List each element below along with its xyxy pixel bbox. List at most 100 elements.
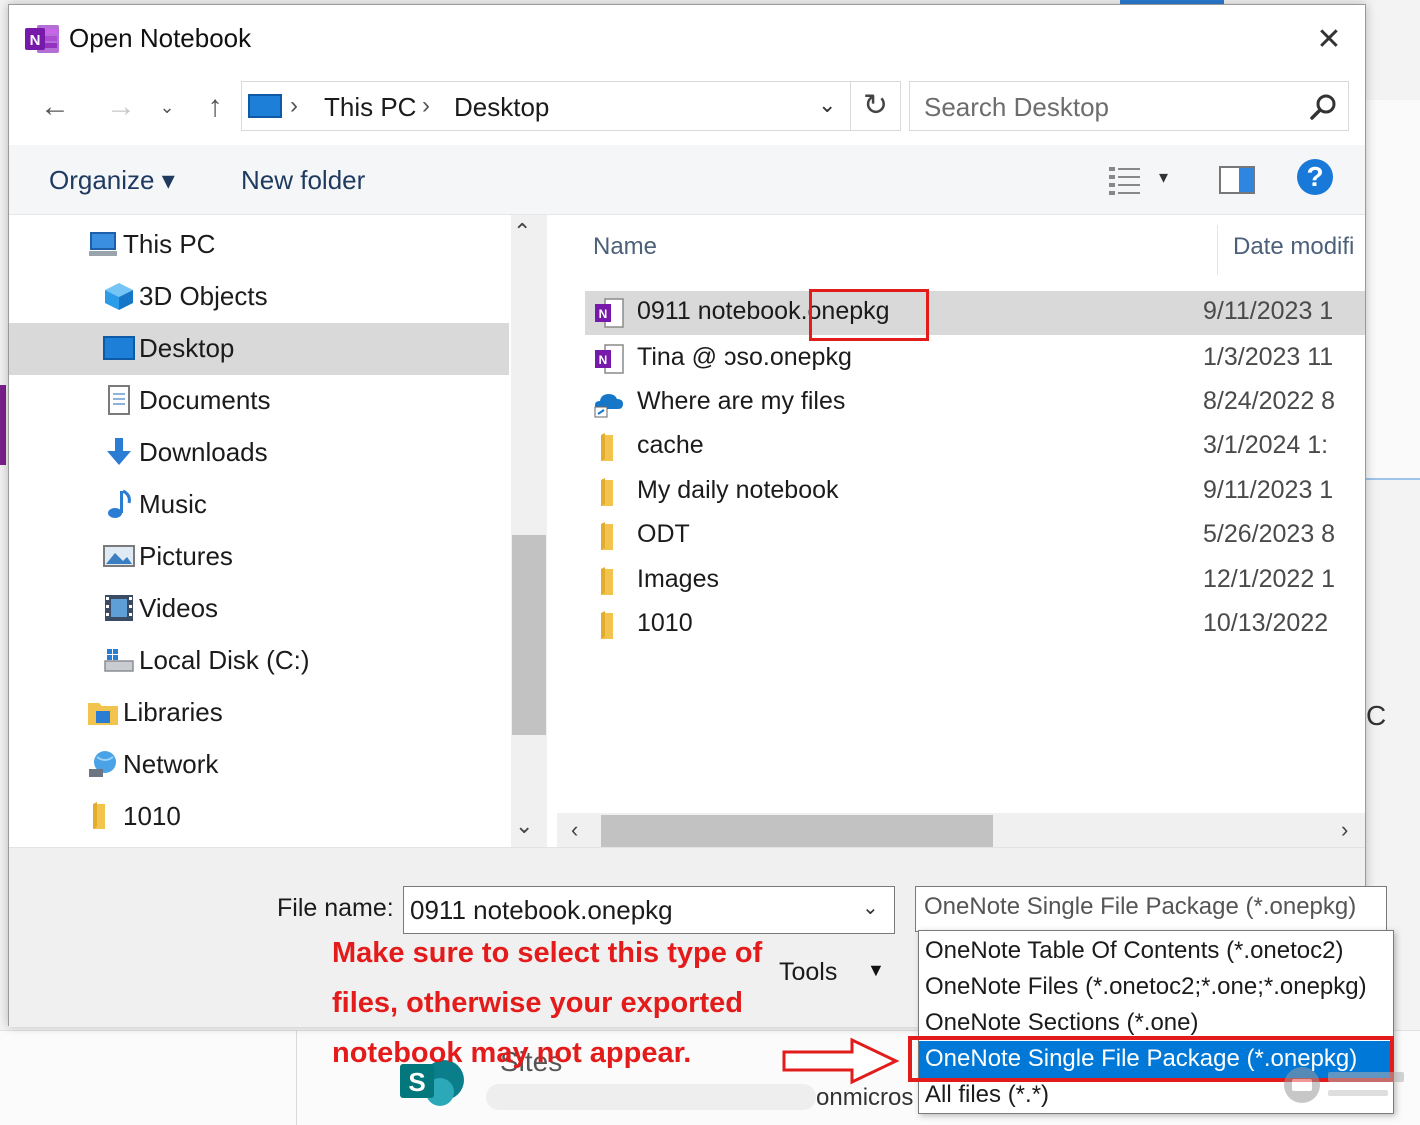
view-options-dropdown[interactable]: ▾ — [1159, 167, 1168, 188]
file-date: 3/1/2024 1: — [1203, 431, 1329, 459]
sidebar-item-libraries[interactable]: Libraries — [9, 687, 509, 739]
svg-text:N: N — [599, 307, 608, 321]
folder-icon — [601, 433, 613, 461]
file-name: cache — [637, 431, 704, 459]
file-type-option[interactable]: OneNote Table Of Contents (*.onetoc2) — [925, 933, 1343, 969]
navigation-scrollbar[interactable] — [511, 215, 547, 847]
onenote-file-icon: N — [595, 344, 624, 374]
file-name-label: File name: — [277, 894, 394, 922]
open-notebook-dialog: N Open Notebook ✕ ← → ⌄ ↑ › This PC › De… — [8, 4, 1387, 1027]
sidebar-item-label: Desktop — [139, 333, 235, 363]
sidebar-item-label: Downloads — [139, 437, 268, 467]
folder-icon — [601, 522, 613, 550]
cube-icon — [105, 283, 133, 310]
column-divider[interactable] — [1217, 225, 1218, 275]
file-row[interactable]: cache 3/1/2024 1: — [585, 425, 1365, 469]
sidebar-item-label: This PC — [123, 229, 216, 259]
folder-icon — [601, 478, 613, 506]
back-button[interactable]: ← — [33, 85, 77, 129]
file-type-option[interactable]: All files (*.*) — [925, 1077, 1049, 1113]
preview-pane-icon[interactable] — [1219, 165, 1255, 195]
file-row[interactable]: 1010 10/13/2022 — [585, 603, 1365, 647]
breadcrumb-separator[interactable]: › — [290, 92, 298, 120]
file-row[interactable]: Where are my files 8/24/2022 8 — [585, 381, 1365, 425]
file-name: Tina @ ɔso.onepkg — [637, 343, 852, 371]
sidebar-item-network[interactable]: Network — [9, 739, 509, 791]
file-name: Images — [637, 565, 719, 593]
file-name-dropdown-button[interactable]: ⌄ — [862, 895, 879, 920]
file-type-select[interactable]: OneNote Single File Package (*.onepkg) — [915, 886, 1387, 932]
tools-dropdown-icon[interactable]: ▼ — [867, 960, 885, 981]
extension-highlight-box — [809, 289, 929, 341]
desktop-icon — [103, 336, 135, 360]
address-dropdown-button[interactable]: ⌄ — [818, 92, 836, 118]
watermark-logo-icon — [1284, 1067, 1404, 1103]
sidebar-item-desktop[interactable]: Desktop — [9, 323, 509, 375]
breadcrumb-desktop[interactable]: Desktop — [454, 92, 549, 123]
up-button[interactable]: ↑ — [193, 85, 237, 129]
help-icon[interactable]: ? — [1297, 159, 1333, 195]
search-input[interactable] — [924, 90, 1294, 124]
sidebar-item-label: Local Disk (C:) — [139, 645, 310, 675]
sidebar-item-downloads[interactable]: Downloads — [9, 427, 509, 479]
column-header-name[interactable]: Name — [593, 233, 657, 261]
new-folder-button[interactable]: New folder — [241, 165, 365, 196]
file-date: 10/13/2022 — [1203, 609, 1329, 637]
file-row[interactable]: My daily notebook 9/11/2023 1 — [585, 470, 1365, 514]
video-icon — [105, 595, 133, 621]
column-header-date[interactable]: Date modifi — [1233, 233, 1354, 261]
address-bar[interactable]: › This PC › Desktop ⌄ — [241, 81, 851, 131]
sidebar-item-videos[interactable]: Videos — [9, 583, 509, 635]
file-type-option[interactable]: OneNote Files (*.onetoc2;*.one;*.onepkg) — [925, 969, 1367, 1005]
refresh-button[interactable]: ↻ — [851, 81, 901, 131]
scroll-left-button[interactable]: ‹ — [571, 817, 578, 843]
scroll-down-button[interactable]: ⌄ — [515, 813, 533, 839]
sidebar-item-local-disk[interactable]: Local Disk (C:) — [9, 635, 509, 687]
computer-icon — [89, 232, 117, 256]
folder-icon — [601, 611, 613, 639]
file-name-combobox[interactable]: ⌄ — [403, 886, 895, 934]
sidebar-item-pictures[interactable]: Pictures — [9, 531, 509, 583]
sidebar-item-label: 3D Objects — [139, 281, 268, 311]
file-date: 8/24/2022 8 — [1203, 387, 1336, 415]
sidebar-item-label: 1010 — [123, 801, 181, 831]
scroll-up-button[interactable]: ⌃ — [513, 219, 531, 245]
sidebar-item-this-pc[interactable]: This PC — [9, 219, 509, 271]
onedrive-shortcut-icon — [594, 394, 623, 418]
forward-button[interactable]: → — [99, 85, 143, 129]
svg-text:N: N — [30, 32, 41, 49]
tenant-label: onmicros — [816, 1084, 914, 1111]
view-details-icon[interactable] — [1107, 163, 1143, 197]
annotation-arrow-icon — [782, 1037, 900, 1085]
download-icon — [107, 438, 131, 465]
sidebar-item-3d-objects[interactable]: 3D Objects — [9, 271, 509, 323]
recent-locations-button[interactable]: ⌄ — [155, 89, 179, 125]
horizontal-scroll-thumb[interactable] — [601, 815, 993, 847]
picture-icon — [103, 545, 135, 567]
breadcrumb-separator[interactable]: › — [422, 92, 430, 120]
network-icon — [89, 751, 116, 777]
file-name: Where are my files — [637, 387, 846, 415]
sidebar-item-documents[interactable]: Documents — [9, 375, 509, 427]
background-divider — [296, 1030, 297, 1125]
organize-button[interactable]: Organize ▾ — [49, 165, 175, 196]
sidebar-item-label: Videos — [139, 593, 219, 623]
sidebar-item-music[interactable]: Music — [9, 479, 509, 531]
search-box[interactable] — [909, 81, 1349, 131]
breadcrumb-this-pc[interactable]: This PC — [324, 92, 416, 123]
file-row[interactable]: N 0911 notebook.onepkg 9/11/2023 1 — [585, 291, 1365, 335]
file-name-input[interactable] — [410, 893, 850, 927]
library-icon — [88, 703, 118, 725]
annotation-text: Make sure to select this type of files, … — [332, 937, 763, 1069]
onenote-file-icon: N — [595, 298, 624, 328]
close-button[interactable]: ✕ — [1309, 21, 1349, 61]
scroll-thumb[interactable] — [512, 535, 546, 735]
file-row[interactable]: Images 12/1/2022 1 — [585, 559, 1365, 603]
file-row[interactable]: N Tina @ ɔso.onepkg 1/3/2023 11 — [585, 337, 1365, 381]
search-icon[interactable] — [1306, 90, 1340, 124]
file-row[interactable]: ODT 5/26/2023 8 — [585, 514, 1365, 558]
folder-icon — [601, 567, 613, 595]
file-name: 1010 — [637, 609, 693, 637]
sidebar-item-1010[interactable]: 1010 — [9, 791, 509, 843]
scroll-right-button[interactable]: › — [1341, 817, 1348, 843]
